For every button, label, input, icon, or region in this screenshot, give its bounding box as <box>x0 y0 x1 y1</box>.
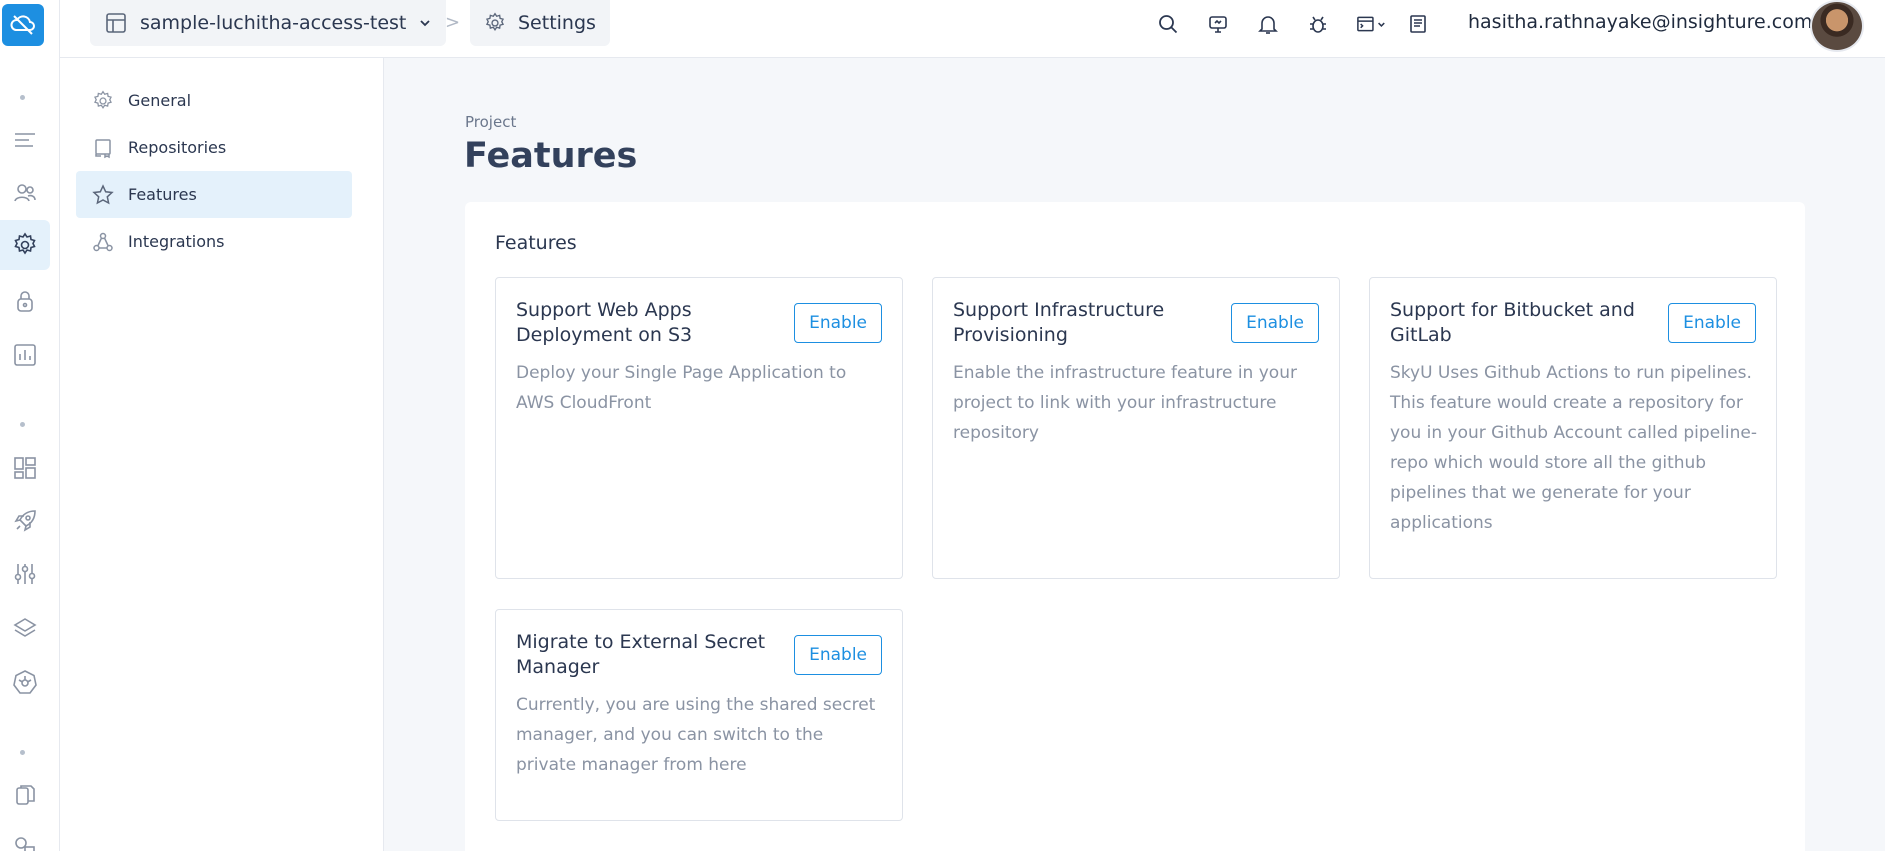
card-title: Support Web Apps Deployment on S3 <box>516 299 693 346</box>
rail-divider-dot <box>20 750 25 755</box>
project-selector[interactable]: sample-luchitha-access-test <box>90 0 447 46</box>
sidebar-item-general[interactable]: General <box>76 77 352 124</box>
top-bar: sample-luchitha-access-test > Settings h… <box>60 0 1885 58</box>
enable-button[interactable]: Enable <box>1231 303 1319 343</box>
bell-icon[interactable] <box>1254 10 1282 38</box>
feature-card-bitbucket-gitlab: Support for Bitbucket and GitLab Enable … <box>1369 277 1777 579</box>
sliders-icon[interactable] <box>0 549 50 599</box>
feature-card-secret-manager: Migrate to External Secret Manager Enabl… <box>495 609 903 821</box>
breadcrumb-settings[interactable]: Settings <box>470 0 610 46</box>
card-description: Enable the infrastructure feature in you… <box>953 363 1297 443</box>
project-name: sample-luchitha-access-test <box>140 12 407 34</box>
search-icon[interactable] <box>1154 10 1182 38</box>
sidebar-item-label: General <box>128 91 192 110</box>
breadcrumb-separator: > <box>445 12 461 33</box>
rail-divider-dot <box>20 95 25 100</box>
repository-icon <box>95 138 111 158</box>
panel-title: Features <box>495 232 577 254</box>
rocket-icon[interactable] <box>0 496 50 546</box>
feature-card-infrastructure: Support Infrastructure Provisioning Enab… <box>932 277 1340 579</box>
app-logo[interactable] <box>2 4 44 46</box>
feature-card-s3: Support Web Apps Deployment on S3 Enable… <box>495 277 903 579</box>
card-title: Support Infrastructure Provisioning <box>953 299 1165 346</box>
shapes-icon[interactable] <box>0 822 50 851</box>
enable-button[interactable]: Enable <box>794 635 882 675</box>
kubernetes-icon[interactable] <box>0 657 50 707</box>
features-panel: Features Support Web Apps Deployment on … <box>465 202 1805 851</box>
team-icon[interactable] <box>0 168 50 218</box>
sidebar-item-label: Repositories <box>128 138 227 157</box>
integrations-icon <box>93 232 113 251</box>
layers-icon[interactable] <box>0 603 50 653</box>
lock-icon[interactable] <box>0 276 50 326</box>
card-title: Migrate to External Secret Manager <box>516 631 766 678</box>
card-description: Currently, you are using the shared secr… <box>516 695 876 775</box>
menu-lines-icon[interactable] <box>0 115 50 165</box>
analytics-icon[interactable] <box>0 330 50 380</box>
dashboard-icon[interactable] <box>0 443 50 493</box>
icon-rail <box>0 0 60 851</box>
gear-icon <box>94 90 112 109</box>
enable-button[interactable]: Enable <box>1668 303 1756 343</box>
settings-gear-icon[interactable] <box>0 220 50 270</box>
chevron-down-icon <box>420 20 431 27</box>
page-eyebrow: Project <box>465 113 517 131</box>
page-title: Features <box>464 136 638 176</box>
sidebar-item-label: Features <box>128 185 197 204</box>
sidebar-item-repositories[interactable]: Repositories <box>76 124 352 171</box>
user-email[interactable]: hasitha.rathnayake@insighture.com <box>1468 11 1812 33</box>
avatar[interactable] <box>1810 0 1864 52</box>
card-title: Support for Bitbucket and GitLab <box>1390 299 1635 346</box>
sidebar-item-label: Integrations <box>128 232 225 251</box>
document-list-icon[interactable] <box>1404 10 1432 38</box>
rail-divider-dot <box>20 422 25 427</box>
project-table-icon <box>106 13 126 33</box>
breadcrumb-settings-label: Settings <box>518 12 596 34</box>
documents-icon[interactable] <box>0 770 50 820</box>
star-icon <box>92 183 114 204</box>
bug-icon[interactable] <box>1304 10 1332 38</box>
settings-sidebar: General Repositories Features Integratio… <box>60 58 384 851</box>
gear-icon <box>485 12 505 31</box>
enable-button[interactable]: Enable <box>794 303 882 343</box>
card-description: SkyU Uses Github Actions to run pipeline… <box>1390 363 1757 533</box>
monitor-icon[interactable] <box>1204 10 1232 38</box>
cloud-logo-icon <box>10 15 35 35</box>
card-description: Deploy your Single Page Application to A… <box>516 363 847 413</box>
terminal-dropdown-icon[interactable] <box>1352 10 1392 38</box>
sidebar-item-integrations[interactable]: Integrations <box>76 218 352 265</box>
sidebar-item-features[interactable]: Features <box>76 171 352 218</box>
